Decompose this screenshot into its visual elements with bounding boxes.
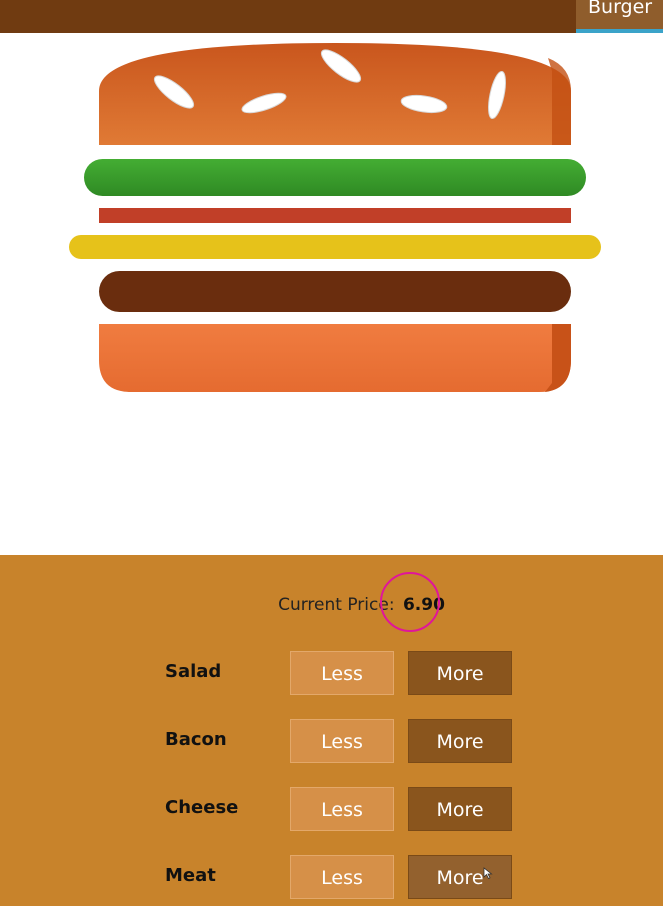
bacon-less-button[interactable]: Less (290, 719, 394, 763)
ingredient-label-salad: Salad (165, 661, 222, 682)
nav-tab-burger[interactable]: Burger (576, 0, 663, 33)
ingredient-label-cheese: Cheese (165, 797, 239, 818)
cheese-more-button[interactable]: More (408, 787, 512, 831)
ingredient-row-meat: Meat Less More (0, 855, 663, 899)
salad-more-button[interactable]: More (408, 651, 512, 695)
bottom-bun (99, 324, 571, 392)
controls-panel: Current Price: 6.90 Salad Less More Baco… (0, 555, 663, 906)
salad-layer (84, 159, 586, 196)
top-navbar: Burger (0, 0, 663, 33)
ingredient-row-salad: Salad Less More (0, 651, 663, 695)
price-label: Current Price: (278, 595, 395, 615)
burger-illustration (69, 43, 601, 392)
burger-preview (0, 33, 663, 555)
price-highlight-circle (380, 572, 440, 632)
price-display: Current Price: 6.90 (0, 595, 663, 615)
bacon-more-button[interactable]: More (408, 719, 512, 763)
bacon-layer (99, 208, 571, 223)
ingredient-label-bacon: Bacon (165, 729, 227, 750)
mouse-pointer-icon (483, 867, 493, 880)
meat-more-button[interactable]: More (408, 855, 512, 899)
cheese-less-button[interactable]: Less (290, 787, 394, 831)
meat-layer (99, 271, 571, 312)
meat-less-button[interactable]: Less (290, 855, 394, 899)
cheese-layer (69, 235, 601, 259)
ingredient-label-meat: Meat (165, 865, 216, 886)
salad-less-button[interactable]: Less (290, 651, 394, 695)
ingredient-row-bacon: Bacon Less More (0, 719, 663, 763)
ingredient-row-cheese: Cheese Less More (0, 787, 663, 831)
